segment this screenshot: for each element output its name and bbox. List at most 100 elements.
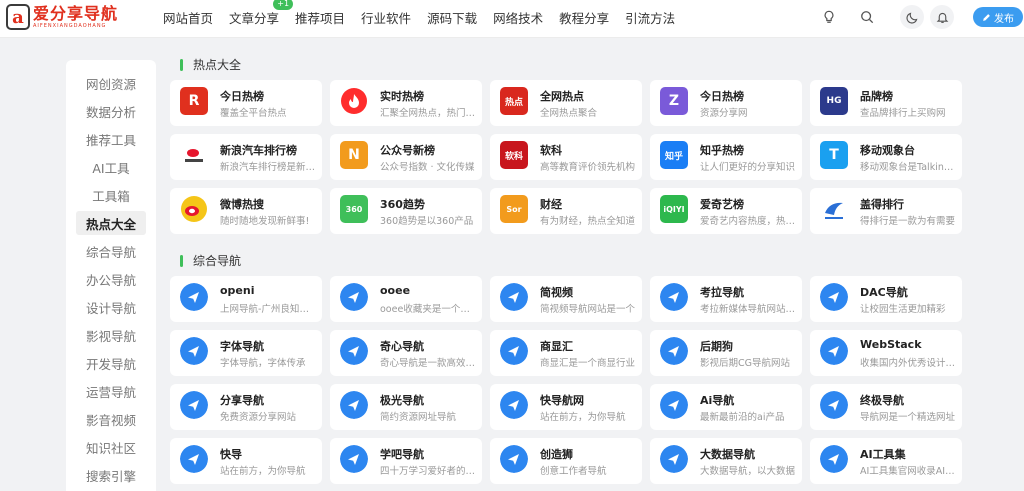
site-card[interactable]: 热点 全网热点 全网热点聚合 [490, 80, 642, 126]
site-card[interactable]: DAC导航 让校园生活更加精彩 [810, 276, 962, 322]
site-card[interactable]: 360 360趋势 360趋势是以360产品 [330, 188, 482, 234]
site-card[interactable]: R 今日热榜 覆盖全平台热点 [170, 80, 322, 126]
site-card[interactable]: 商显汇 商显汇是一个商显行业 [490, 330, 642, 376]
site-card[interactable]: 实时热榜 汇聚全网热点，热门头条 [330, 80, 482, 126]
site-card[interactable]: Sor 财经 有为财经，热点全知道 [490, 188, 642, 234]
site-card[interactable]: AI工具集 AI工具集官网收录AI工具 [810, 438, 962, 484]
site-card[interactable]: 终极导航 导航网是一个精选网址 [810, 384, 962, 430]
search-icon[interactable] [857, 7, 877, 27]
navigation-arrow-icon [820, 391, 848, 419]
site-card-title: 分享导航 [220, 394, 264, 407]
navigation-arrow-icon [340, 391, 368, 419]
sidebar-item[interactable]: 影音视频 [76, 407, 146, 431]
sidebar-item[interactable]: 搜索引擎 [76, 463, 146, 487]
nav-item-label: 推荐项目 [295, 10, 346, 26]
lightbulb-icon[interactable] [819, 7, 839, 27]
site-card-title: DAC导航 [860, 286, 908, 299]
site-card[interactable]: ooee ooee收藏夹是一个网址 [330, 276, 482, 322]
site-card[interactable]: Z 今日热榜 资源分享网 [650, 80, 802, 126]
site-card-desc: 站在前方，为你导航 [220, 466, 306, 477]
site-card-desc: 大数据导航，以大数据 [700, 466, 796, 477]
section-marker [180, 58, 183, 71]
nav-item[interactable]: 网络技术 [493, 8, 543, 27]
site-card-title: 盖得排行 [860, 198, 904, 211]
navigation-arrow-icon [340, 445, 368, 473]
site-card-title: 软科 [540, 144, 562, 157]
sidebar-item[interactable]: 影视导航 [76, 323, 146, 347]
site-card[interactable]: N 公众号新榜 公众号指数 · 文化传媒 [330, 134, 482, 180]
nav-badge: +1 [273, 0, 294, 10]
site-card[interactable]: 极光导航 简约资源网址导航 [330, 384, 482, 430]
site-logo[interactable]: a 爱分享导航 AIFENXIANGDAOHANG [6, 4, 118, 30]
site-card[interactable]: 新浪汽车排行榜新浪汽车排行榜是新浪汽车 [170, 134, 322, 180]
nav-item[interactable]: 引流方法 [625, 8, 675, 27]
site-card[interactable]: 微博热搜 随时随地发现新鲜事! [170, 188, 322, 234]
sidebar-item[interactable]: 运营导航 [76, 379, 146, 403]
sidebar-item[interactable]: 办公导航 [76, 267, 146, 291]
nav-item[interactable]: 网站首页 [163, 8, 213, 27]
site-card[interactable]: 考拉导航考拉新媒体导航网站是一个 [650, 276, 802, 322]
site-card-desc: 最新最前沿的ai产品 [700, 412, 785, 423]
site-card-desc: 简约资源网址导航 [380, 412, 457, 423]
site-card-desc: 简视频导航网站是一个 [540, 304, 636, 315]
gaide-icon [820, 195, 848, 223]
site-card[interactable]: iQIYI 爱奇艺榜 爱奇艺内容热度，热播榜 [650, 188, 802, 234]
sidebar-item[interactable]: 数据分析 [76, 99, 146, 123]
site-card-title: ooee [380, 284, 411, 297]
sidebar-item[interactable]: 推荐工具 [76, 127, 146, 151]
site-card[interactable]: T 移动观象台移动观象台是Talkingdata [810, 134, 962, 180]
site-card-title: 品牌榜 [860, 90, 893, 103]
dark-mode-icon[interactable] [900, 5, 924, 29]
site-card[interactable]: 盖得排行 得排行是一款为有需要 [810, 188, 962, 234]
site-card[interactable]: 大数据导航 大数据导航，以大数据 [650, 438, 802, 484]
navigation-arrow-icon [500, 391, 528, 419]
sidebar-item[interactable]: AI工具 [76, 155, 146, 179]
nav-item[interactable]: 文章分享 +1 [229, 0, 294, 27]
sidebar-item[interactable]: 知识社区 [76, 435, 146, 459]
site-card-desc: 免费资源分享网站 [220, 412, 297, 423]
site-card[interactable]: 快导 站在前方，为你导航 [170, 438, 322, 484]
nav-item-label: 网站首页 [163, 10, 214, 26]
site-card[interactable]: 奇心导航 奇心导航是一款高效实用 [330, 330, 482, 376]
navigation-arrow-icon [820, 337, 848, 365]
sidebar-item[interactable]: 网创资源 [76, 71, 146, 95]
site-card[interactable]: 后期狗 影视后期CG导航网站 [650, 330, 802, 376]
sidebar-item[interactable]: 工具箱 [76, 183, 146, 207]
nav-item[interactable]: 源码下载 [427, 8, 477, 27]
main-nav: 网站首页 文章分享 +1 推荐项目 行业软件 源码下载 网络技术 教程分享 引流方法 [163, 0, 691, 34]
site-card-title: 快导航网 [540, 394, 584, 407]
sidebar-item[interactable]: 设计导航 [76, 295, 146, 319]
site-card-desc: 商显汇是一个商显行业 [540, 358, 636, 369]
site-card[interactable]: 快导航网 站在前方，为你导航 [490, 384, 642, 430]
site-card[interactable]: WebStack 收集国内外优秀设计网站 [810, 330, 962, 376]
site-card-title: Ai导航 [700, 394, 735, 407]
pencil-icon [983, 13, 990, 21]
site-card[interactable]: 知乎 知乎热榜 让人们更好的分享知识 [650, 134, 802, 180]
site-card[interactable]: 软科 软科 高等教育评价领先机构 [490, 134, 642, 180]
site-logo-icon: iQIYI [660, 195, 688, 223]
nav-item[interactable]: 教程分享 [559, 8, 609, 27]
section-title-label: 热点大全 [193, 58, 242, 72]
site-card[interactable]: 分享导航免费资源分享网站 [170, 384, 322, 430]
site-card-desc: 移动观象台是Talkingdata [860, 162, 956, 173]
publish-button[interactable]: 发布 [973, 7, 1023, 27]
navigation-arrow-icon [500, 283, 528, 311]
site-card-desc: 爱奇艺内容热度，热播榜 [700, 216, 796, 227]
site-card[interactable]: 简视频 简视频导航网站是一个 [490, 276, 642, 322]
site-card[interactable]: openi 上网导航-广州良知科技 [170, 276, 322, 322]
site-card-desc: 字体导航，字体传承 [220, 358, 306, 369]
sidebar-item[interactable]: 综合导航 [76, 239, 146, 263]
site-card[interactable]: HG 品牌榜 查品牌排行上买购网 [810, 80, 962, 126]
site-card[interactable]: 字体导航 字体导航，字体传承 [170, 330, 322, 376]
bell-icon[interactable] [930, 5, 954, 29]
site-card[interactable]: 创造狮 创意工作者导航 [490, 438, 642, 484]
sidebar-item[interactable]: 开发导航 [76, 351, 146, 375]
nav-item[interactable]: 行业软件 [361, 8, 411, 27]
site-card-title: 财经 [540, 198, 562, 211]
site-card-title: 创造狮 [540, 448, 573, 461]
site-card[interactable]: 学吧导航 四十万学习爱好者的选择 [330, 438, 482, 484]
nav-item[interactable]: 推荐项目 [295, 8, 345, 27]
navigation-arrow-icon [180, 283, 208, 311]
sidebar-item[interactable]: 热点大全 [76, 211, 146, 235]
site-card[interactable]: Ai导航最新最前沿的ai产品 [650, 384, 802, 430]
